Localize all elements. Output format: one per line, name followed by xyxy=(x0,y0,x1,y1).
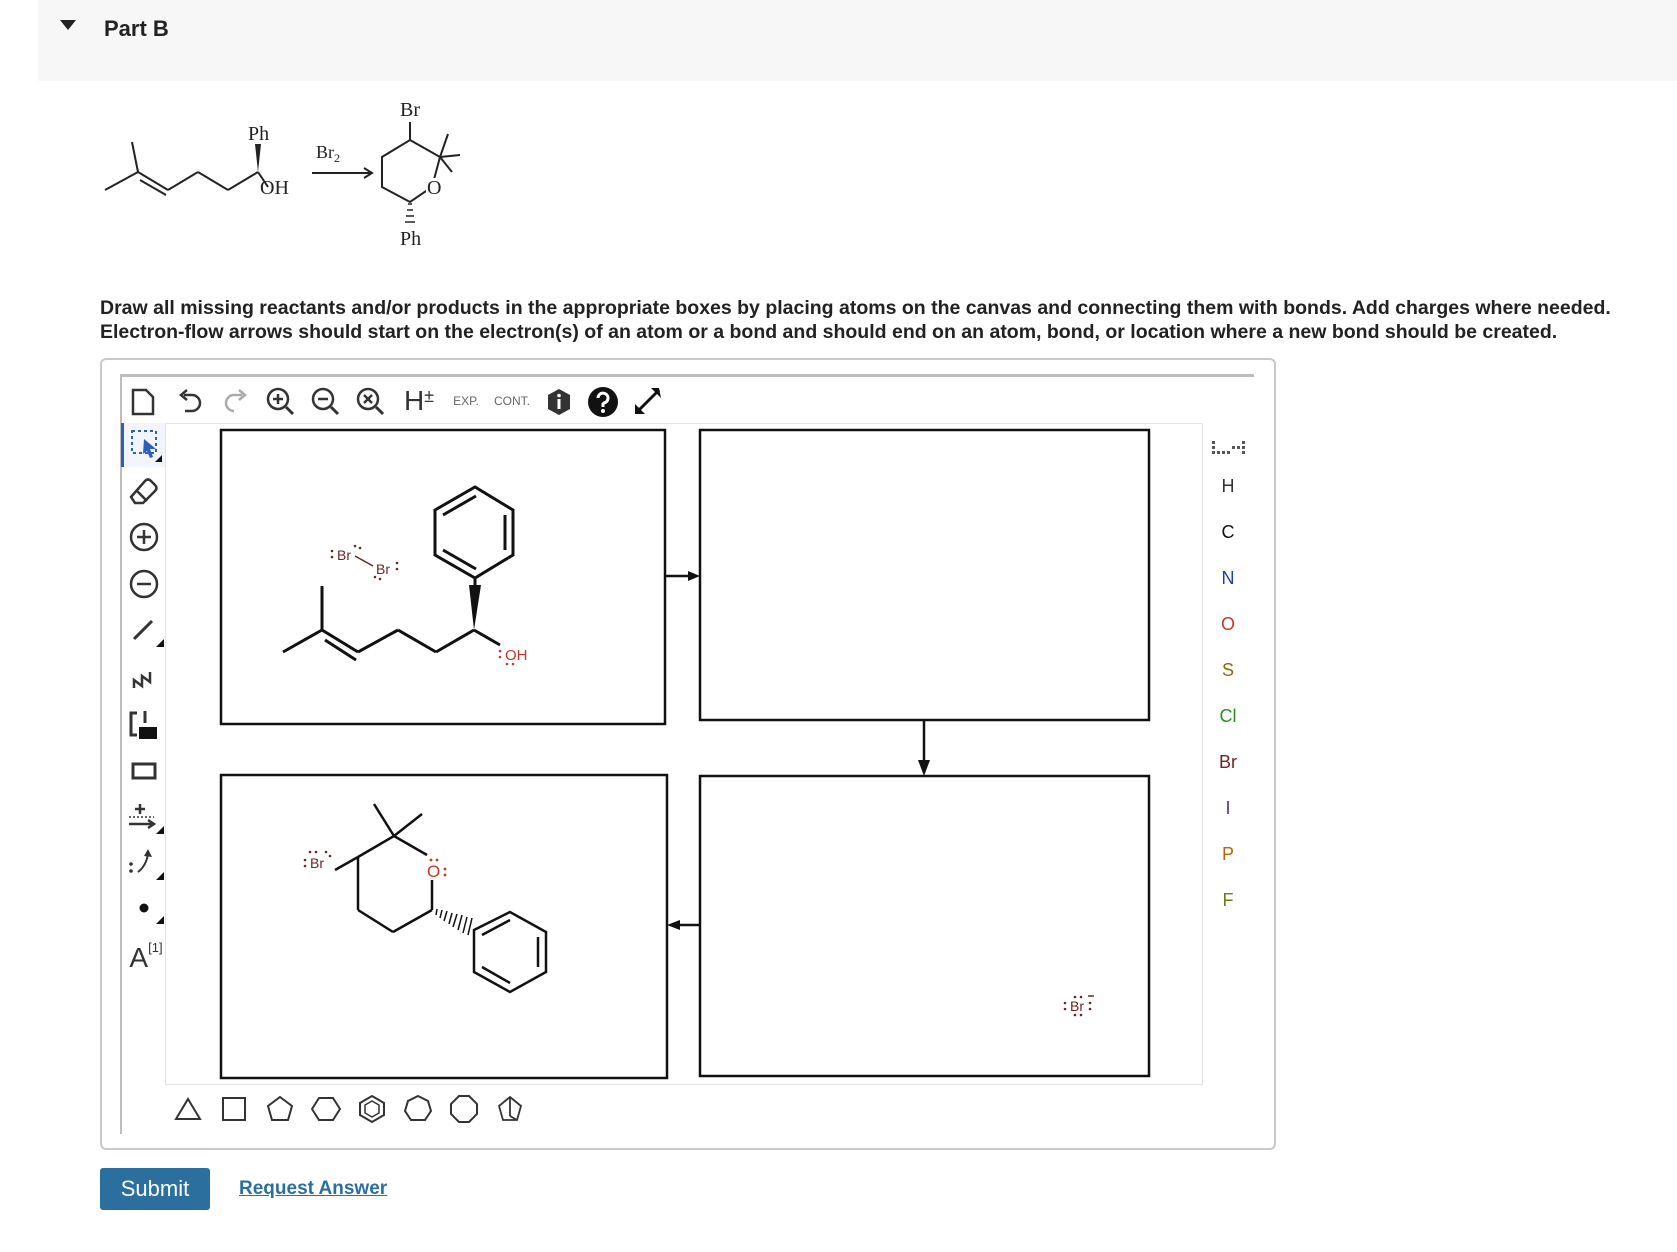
ring-oxygen-label: O xyxy=(427,862,440,881)
triangle-icon[interactable] xyxy=(171,1092,205,1126)
intermediate-box[interactable] xyxy=(698,428,1151,722)
hexagon-icon[interactable] xyxy=(309,1092,343,1126)
element-s[interactable]: S xyxy=(1208,660,1248,681)
element-i[interactable]: I xyxy=(1208,798,1248,819)
element-h[interactable]: H xyxy=(1208,476,1248,497)
product-br-atom-label: Br xyxy=(310,855,324,871)
hydroxyl-group[interactable]: OH xyxy=(498,647,528,666)
bicyclic-icon[interactable] xyxy=(493,1092,527,1126)
square-icon[interactable] xyxy=(217,1092,251,1126)
element-f[interactable]: F xyxy=(1208,890,1248,911)
product-molecule[interactable] xyxy=(334,803,548,994)
intermediate-box-2[interactable] xyxy=(698,774,1151,1078)
periodic-table-icon[interactable] xyxy=(1208,434,1248,464)
request-answer-link[interactable]: Request Answer xyxy=(239,1178,387,1200)
element-c[interactable]: C xyxy=(1208,522,1248,543)
submit-button[interactable]: Submit xyxy=(100,1168,210,1210)
octagon-icon[interactable] xyxy=(447,1092,481,1126)
reactant-molecule[interactable] xyxy=(282,485,515,662)
pentagon-icon[interactable] xyxy=(263,1092,297,1126)
element-cl[interactable]: Cl xyxy=(1208,706,1248,727)
box-arrow-right xyxy=(665,571,700,581)
benzene-icon[interactable] xyxy=(355,1092,389,1126)
hashed-wedge-bond xyxy=(435,908,473,936)
box-arrow-down xyxy=(918,720,930,776)
br2-atom-2-label: Br xyxy=(376,561,390,577)
reactants-box[interactable] xyxy=(219,428,667,726)
box-arrow-left xyxy=(667,920,700,930)
bromide-ion[interactable]: Br xyxy=(1063,995,1094,1017)
element-n[interactable]: N xyxy=(1208,568,1248,589)
element-br[interactable]: Br xyxy=(1208,752,1248,773)
product-box[interactable] xyxy=(219,773,669,1080)
element-p[interactable]: P xyxy=(1208,844,1248,865)
element-o[interactable]: O xyxy=(1208,614,1248,635)
bromine-molecule[interactable]: Br Br xyxy=(330,544,399,581)
heptagon-icon[interactable] xyxy=(401,1092,435,1126)
canvas-drawing: Br Br OH O Br Br xyxy=(219,428,1151,1080)
bromide-label: Br xyxy=(1070,998,1084,1014)
oh-label: OH xyxy=(505,647,528,664)
br2-atom-1-label: Br xyxy=(337,547,351,563)
